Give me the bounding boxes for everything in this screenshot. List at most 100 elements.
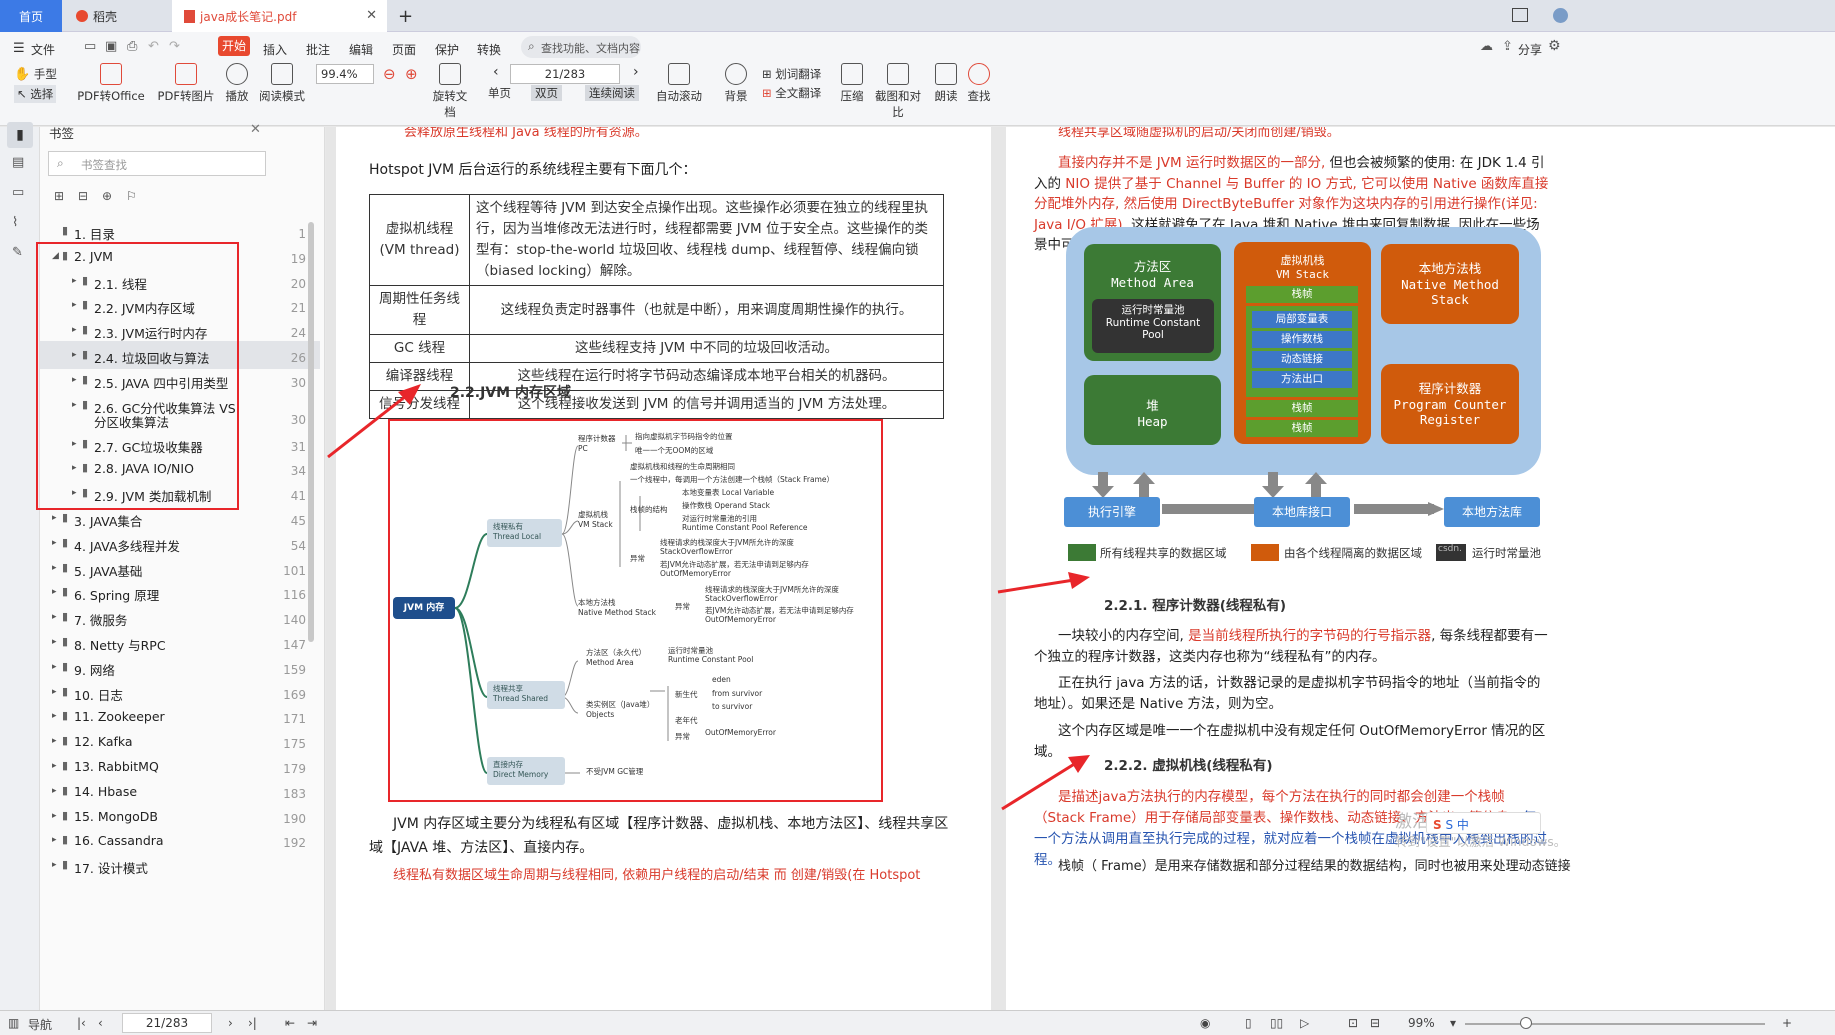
expand-all-icon[interactable]: ⊞: [54, 189, 64, 203]
settings-icon[interactable]: ⚙: [1548, 38, 1561, 54]
menu-edit[interactable]: 编辑: [349, 41, 373, 58]
first-page-icon[interactable]: |‹: [77, 1016, 86, 1030]
ime-toolbar[interactable]: S S 中: [1426, 812, 1541, 834]
page-input[interactable]: 21/283: [510, 64, 620, 84]
select-tool[interactable]: ↖ 选择: [14, 85, 57, 103]
bookmark-panel-icon[interactable]: ▮: [7, 122, 33, 148]
background-button[interactable]: 背景: [720, 63, 752, 104]
print-icon[interactable]: ⎙: [127, 39, 137, 54]
new-tab-button[interactable]: +: [398, 0, 413, 32]
tab-home[interactable]: 首页: [0, 0, 62, 32]
menu-protect[interactable]: 保护: [435, 41, 459, 58]
double-view-icon[interactable]: ▯▯: [1270, 1016, 1283, 1030]
status-page-input[interactable]: 21/283: [122, 1013, 212, 1033]
expand-arrow-icon[interactable]: ▸: [52, 637, 57, 647]
tab-document[interactable]: java成长笔记.pdf ✕: [172, 0, 387, 32]
pdf-to-office-button[interactable]: PDF转Office: [76, 63, 146, 104]
single-view-icon[interactable]: ▯: [1245, 1016, 1252, 1030]
expand-arrow-icon[interactable]: ▸: [52, 811, 57, 821]
find-button[interactable]: 查找: [965, 63, 993, 104]
compress-button[interactable]: 压缩: [838, 63, 866, 104]
redo-icon[interactable]: ↷: [169, 39, 180, 54]
next-page-status-icon[interactable]: ›: [228, 1016, 233, 1030]
cloud-icon[interactable]: ☁: [1480, 39, 1493, 54]
function-search[interactable]: ⌕ 查找功能、文档内容: [521, 36, 641, 58]
expand-arrow-icon[interactable]: ▸: [52, 587, 57, 597]
save-icon[interactable]: ▣: [105, 39, 117, 54]
share-button[interactable]: 分享: [1518, 41, 1542, 58]
sidebar-item[interactable]: ▸ ▮ 9. 网络 159: [40, 653, 320, 681]
play-status-icon[interactable]: ▷: [1300, 1016, 1309, 1030]
zoom-out-status-icon[interactable]: ⊟: [1370, 1016, 1380, 1030]
sidebar-item[interactable]: ▸ ▮ 5. JAVA基础 101: [40, 554, 320, 582]
sidebar-item[interactable]: ▸ ▮ 12. Kafka 175: [40, 727, 320, 755]
expand-arrow-icon[interactable]: ▸: [52, 835, 57, 845]
nav-toggle[interactable]: 导航: [28, 1016, 52, 1033]
close-sidebar-icon[interactable]: ✕: [250, 122, 261, 137]
signature-icon[interactable]: ✎: [12, 245, 23, 260]
bookmark-search-input[interactable]: ⌕ 书签查找: [48, 151, 266, 176]
sidebar-item[interactable]: ▸ ▮ 16. Cassandra 192: [40, 826, 320, 854]
collapse-all-icon[interactable]: ⊟: [78, 189, 88, 203]
continuous-read-button[interactable]: 连续阅读: [585, 85, 639, 101]
comment-icon[interactable]: ▭: [12, 185, 24, 200]
eye-icon[interactable]: ◉: [1200, 1016, 1210, 1030]
expand-arrow-icon[interactable]: ▸: [52, 736, 57, 746]
menu-page[interactable]: 页面: [392, 41, 416, 58]
next-page-icon[interactable]: ›: [633, 64, 639, 80]
sidebar-item[interactable]: ▸ ▮ 7. 微服务 140: [40, 603, 320, 631]
expand-arrow-icon[interactable]: ▸: [52, 786, 57, 796]
expand-arrow-icon[interactable]: ▸: [52, 538, 57, 548]
menu-convert[interactable]: 转换: [477, 41, 501, 58]
prev-page-icon[interactable]: ‹: [493, 64, 499, 80]
auto-scroll-button[interactable]: 自动滚动: [654, 63, 704, 104]
sidebar-item[interactable]: ▮ 1. 目录 1: [40, 217, 320, 245]
double-page-button[interactable]: 双页: [531, 85, 562, 101]
expand-arrow-icon[interactable]: ▸: [52, 711, 57, 721]
open-icon[interactable]: ▭: [84, 39, 96, 54]
expand-arrow-icon[interactable]: ▸: [52, 563, 57, 573]
full-translate-button[interactable]: ⊞ 全文翻译: [762, 85, 821, 101]
zoom-select[interactable]: 99.4%: [316, 64, 374, 84]
sidebar-item[interactable]: ▸ ▮ 8. Netty 与RPC 147: [40, 628, 320, 656]
sidebar-item[interactable]: ▸ ▮ 13. RabbitMQ 179: [40, 752, 320, 780]
add-bookmark-icon[interactable]: ⊕: [102, 189, 112, 203]
sidebar-item[interactable]: ▸ ▮ 10. 日志 169: [40, 678, 320, 706]
sidebar-item[interactable]: ▸ ▮ 14. Hbase 183: [40, 777, 320, 805]
back-icon[interactable]: ⇤: [285, 1016, 295, 1030]
menu-insert[interactable]: 插入: [263, 41, 287, 58]
zoom-out-icon[interactable]: ⊖: [383, 65, 396, 83]
read-mode-button[interactable]: 阅读模式: [258, 63, 306, 104]
expand-arrow-icon[interactable]: ▸: [52, 662, 57, 672]
expand-arrow-icon[interactable]: ▸: [52, 513, 57, 523]
nav-icon[interactable]: ▥: [8, 1016, 19, 1030]
zoom-slider-thumb[interactable]: [1520, 1017, 1532, 1029]
menu-annotate[interactable]: 批注: [306, 41, 330, 58]
expand-arrow-icon[interactable]: ▸: [52, 687, 57, 697]
zoom-dropdown-icon[interactable]: ▾: [1450, 1016, 1456, 1030]
play-button[interactable]: 播放: [222, 63, 252, 104]
zoom-in-icon[interactable]: ⊕: [405, 65, 418, 83]
attachment-icon[interactable]: ⌇: [12, 215, 18, 230]
menu-file[interactable]: 文件: [31, 41, 55, 58]
thumbnail-icon[interactable]: ▤: [12, 155, 24, 170]
single-page-button[interactable]: 单页: [488, 85, 511, 101]
tab-wps[interactable]: 稻壳: [64, 0, 168, 32]
close-tab-icon[interactable]: ✕: [366, 8, 377, 23]
hand-tool[interactable]: ✋ 手型: [14, 66, 57, 82]
hamburger-icon[interactable]: ☰: [13, 41, 25, 56]
sidebar-item[interactable]: ▸ ▮ 15. MongoDB 190: [40, 802, 320, 830]
sidebar-scrollbar[interactable]: [308, 222, 314, 642]
sidebar-item[interactable]: ▸ ▮ 17. 设计模式: [40, 851, 320, 879]
fit-icon[interactable]: ⊡: [1348, 1016, 1358, 1030]
read-aloud-button[interactable]: 朗读: [932, 63, 960, 104]
sidebar-item[interactable]: ▸ ▮ 6. Spring 原理 116: [40, 578, 320, 606]
expand-arrow-icon[interactable]: ▸: [52, 860, 57, 870]
status-zoom[interactable]: 99%: [1408, 1016, 1435, 1030]
screenshot-compare-button[interactable]: 截图和对比: [870, 63, 926, 120]
rotate-button[interactable]: 旋转文档: [430, 63, 470, 120]
zoom-slider-track[interactable]: [1465, 1023, 1765, 1025]
window-count-icon[interactable]: [1512, 8, 1528, 22]
expand-arrow-icon[interactable]: ▸: [52, 612, 57, 622]
avatar[interactable]: [1553, 8, 1568, 23]
